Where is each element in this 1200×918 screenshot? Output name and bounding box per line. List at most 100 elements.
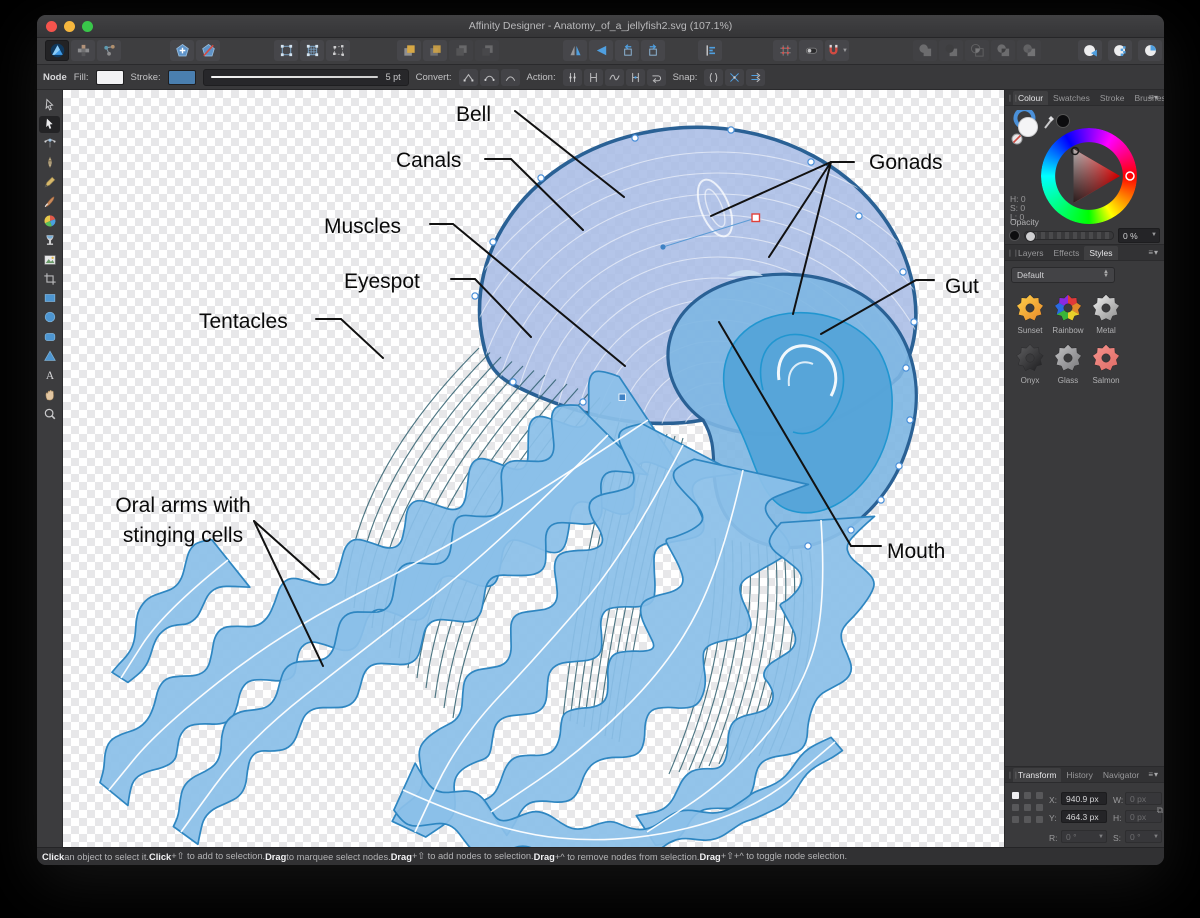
jellyfish-artwork[interactable] [63,90,1004,847]
transform-tab-transform[interactable]: Transform [1013,768,1061,782]
opacity-value-field[interactable]: 0 %▼ [1118,228,1160,243]
action-close-button[interactable] [584,69,603,86]
style-swatch-onyx[interactable]: Onyx [1011,343,1049,385]
w-input[interactable]: 0 px [1125,792,1162,805]
anatomy-label-tentacles[interactable]: Tentacles [199,307,309,337]
transform-tab-navigator[interactable]: Navigator [1098,768,1144,782]
select-transform-button[interactable] [326,40,350,61]
rectangle-tool[interactable] [39,290,60,306]
hsl-triangle[interactable] [1041,128,1137,224]
no-fill-icon[interactable] [1012,134,1022,144]
style-swatch-metal[interactable]: Metal [1087,293,1125,335]
view-tool[interactable] [39,386,60,402]
style-swatch-rainbow[interactable]: Rainbow [1049,293,1087,335]
snap-curves-button[interactable] [704,69,723,86]
rotate-ccw-button[interactable] [615,40,639,61]
x-input[interactable]: 940.9 px [1061,792,1107,805]
designer-persona-button[interactable] [45,40,69,61]
alignment-button[interactable] [698,40,722,61]
action-smooth-button[interactable] [605,69,624,86]
action-join-button[interactable] [626,69,645,86]
action-break-button[interactable] [563,69,582,86]
canvas[interactable]: Bell Canals Muscles Eyespot Tentacles Gonads G… [63,90,1004,847]
anatomy-label-gonads[interactable]: Gonads [869,148,959,178]
convert-smart-button[interactable] [501,69,520,86]
stroke-swatch[interactable] [168,70,196,85]
shear-input[interactable]: 0 °▼ [1125,830,1162,843]
move-forward-button[interactable] [423,40,447,61]
boolean-divide-button[interactable] [1017,40,1041,61]
anatomy-label-muscles[interactable]: Muscles [324,212,416,242]
move-to-front-button[interactable] [397,40,421,61]
view-vector-button[interactable] [1078,40,1102,61]
select-grid-button[interactable] [300,40,324,61]
anchor-point-selector[interactable] [1012,792,1043,823]
style-swatch-sunset[interactable]: Sunset [1011,293,1049,335]
close-window-button[interactable] [46,21,57,32]
styles-tab-effects[interactable]: Effects [1049,246,1085,260]
artistic-text-tool[interactable]: A [39,367,60,383]
node-tool[interactable] [39,116,60,132]
y-input[interactable]: 464.3 px [1061,810,1107,823]
colour-tab-swatches[interactable]: Swatches [1048,91,1095,105]
pen-tool[interactable] [39,155,60,171]
place-image-tool[interactable] [39,251,60,267]
rounded-rectangle-tool[interactable] [39,329,60,345]
vector-brush-tool[interactable] [39,193,60,209]
anatomy-label-mouth[interactable]: Mouth [887,537,967,567]
insert-shape-off-button[interactable] [196,40,220,61]
pixel-alignment-button[interactable] [799,40,823,61]
zoom-tool[interactable] [39,406,60,422]
hue-marker[interactable] [1126,172,1134,180]
anatomy-label-bell[interactable]: Bell [456,100,516,130]
pixel-persona-button[interactable] [71,40,95,61]
snapping-button[interactable]: ▼ [825,40,849,61]
style-category-dropdown[interactable]: Default ▲▼ [1011,267,1115,283]
view-split-button[interactable] [1138,40,1162,61]
opacity-slider-thumb[interactable] [1025,231,1036,242]
transform-tab-history[interactable]: History [1061,768,1097,782]
fullscreen-window-button[interactable] [82,21,93,32]
flip-vertical-button[interactable] [589,40,613,61]
snap-align-button[interactable] [746,69,765,86]
boolean-subtract-button[interactable] [939,40,963,61]
snap-construct-button[interactable] [725,69,744,86]
export-persona-button[interactable] [97,40,121,61]
panel-menu-icon[interactable]: ≡▾ [1148,248,1159,257]
ellipse-tool[interactable] [39,309,60,325]
colour-picker-tool[interactable] [39,213,60,229]
anatomy-label-canals[interactable]: Canals [396,146,476,176]
triangle-tool[interactable] [39,348,60,364]
fill-tool[interactable] [39,232,60,248]
panel-menu-icon[interactable]: ≡▾ [1148,770,1159,779]
panel-menu-icon[interactable]: ≡▾ [1148,93,1159,102]
opacity-slider[interactable] [1024,231,1114,240]
style-swatch-glass[interactable]: Glass [1049,343,1087,385]
boolean-intersect-button[interactable] [965,40,989,61]
point-transform-tool[interactable] [39,136,60,152]
anatomy-label-eyespot[interactable]: Eyespot [344,267,436,297]
eyedropper-icon[interactable] [1045,116,1054,128]
anatomy-label-gut[interactable]: Gut [945,272,995,302]
move-to-back-button[interactable] [475,40,499,61]
fill-swatch[interactable] [96,70,124,85]
colour-tab-stroke[interactable]: Stroke [1095,91,1130,105]
move-tool[interactable] [39,97,60,113]
styles-tab-styles[interactable]: Styles [1084,246,1117,260]
secondary-colour-circle[interactable] [1057,115,1070,128]
view-pixel-button[interactable] [1108,40,1132,61]
rotate-cw-button[interactable] [641,40,665,61]
boolean-xor-button[interactable] [991,40,1015,61]
fill-colour-circle[interactable] [1019,118,1038,137]
stroke-width-control[interactable]: 5 pt [203,69,409,86]
insert-shape-button[interactable] [170,40,194,61]
link-dimensions-icon[interactable]: ⧉ [1157,805,1163,816]
action-reverse-button[interactable] [647,69,666,86]
select-box-button[interactable] [274,40,298,61]
style-swatch-salmon[interactable]: Salmon [1087,343,1125,385]
convert-sharp-button[interactable] [459,69,478,86]
minimize-window-button[interactable] [64,21,75,32]
rotation-input[interactable]: 0 °▼ [1061,830,1107,843]
boolean-add-button[interactable] [913,40,937,61]
convert-smooth-button[interactable] [480,69,499,86]
